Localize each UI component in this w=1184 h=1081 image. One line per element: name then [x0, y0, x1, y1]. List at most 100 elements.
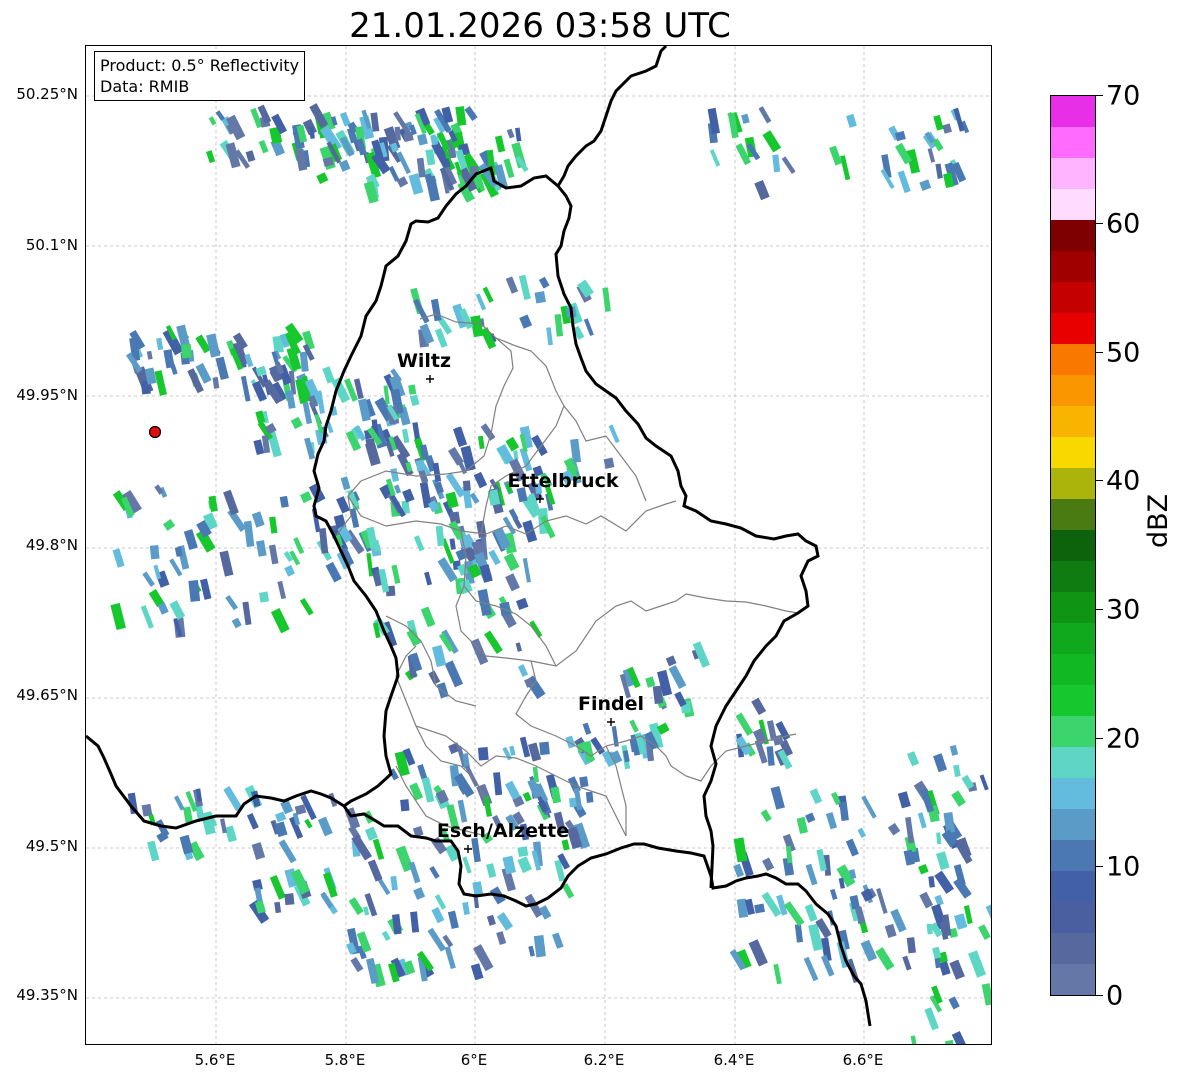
echo-cell	[928, 876, 935, 888]
echo-cell	[766, 746, 775, 766]
lat-tick-label: 49.95°N	[16, 386, 78, 404]
echo-cell	[539, 741, 550, 756]
echo-cell	[761, 891, 782, 918]
echo-cell	[163, 349, 175, 369]
echo-cell	[505, 276, 519, 294]
colorbar-segment	[1051, 592, 1095, 623]
echo-cell	[985, 904, 991, 918]
echo-cell	[951, 1030, 970, 1044]
echo-cell	[169, 558, 183, 577]
echo-cell	[412, 298, 430, 324]
echo-cell	[112, 548, 125, 568]
echo-cell	[796, 816, 809, 834]
echo-cell	[515, 127, 522, 142]
echo-cell	[299, 597, 314, 616]
colorbar-segment	[1051, 375, 1095, 406]
lat-tick-label: 49.65°N	[16, 686, 78, 704]
colorbar-segment	[1051, 499, 1095, 530]
echo-cell	[979, 774, 989, 791]
echo-cell	[223, 489, 239, 516]
echo-cell	[762, 130, 782, 153]
product-info-box: Product: 0.5° Reflectivity Data: RMIB	[94, 51, 306, 101]
echo-cell	[220, 818, 227, 834]
echo-cell	[431, 645, 447, 668]
echo-cell	[949, 744, 959, 756]
echo-cell	[183, 529, 198, 551]
echo-cell	[246, 813, 259, 830]
echo-cell	[938, 960, 951, 976]
colorbar-tick-label: 0	[1106, 980, 1124, 1012]
echo-cell	[153, 564, 162, 580]
echo-cell	[417, 133, 428, 146]
echo-cell	[906, 937, 917, 954]
radar-marker[interactable]	[148, 425, 162, 439]
echo-cell	[215, 110, 225, 121]
echo-cell	[365, 438, 376, 449]
colorbar-segment	[1051, 778, 1095, 809]
echo-cell	[953, 764, 961, 778]
map-frame[interactable]	[85, 45, 992, 1045]
echo-cell	[951, 790, 966, 807]
colorbar-segment	[1051, 468, 1095, 499]
echo-cell	[751, 697, 767, 716]
echo-cell	[803, 956, 819, 982]
colorbar-segment	[1051, 933, 1095, 964]
echo-cell	[424, 571, 433, 586]
lon-tick-label: 6.4°E	[713, 1051, 755, 1069]
echo-cell	[585, 791, 594, 803]
lon-tick-label: 6.6°E	[842, 1051, 884, 1069]
echo-cell	[279, 495, 289, 508]
echo-cell	[140, 605, 154, 629]
echo-cell	[953, 913, 968, 930]
echo-cell	[367, 859, 383, 882]
echo-cell	[325, 561, 342, 583]
echo-cell	[394, 484, 402, 494]
echo-cell	[453, 426, 468, 447]
colorbar-segment	[1051, 685, 1095, 716]
echo-cell	[231, 617, 242, 629]
echo-cell	[968, 950, 987, 978]
echo-cell	[251, 511, 265, 528]
echo-cell	[748, 939, 768, 967]
echo-cell	[608, 424, 620, 444]
reflectivity-echoes	[110, 103, 991, 1044]
echo-cell	[408, 861, 421, 884]
echo-cell	[436, 682, 449, 699]
echo-cell	[179, 834, 194, 855]
echo-cell	[861, 795, 877, 819]
colorbar-tick-mark	[1096, 609, 1103, 610]
echo-cell	[410, 911, 420, 933]
lon-tick-label: 6.2°E	[583, 1051, 625, 1069]
echo-cell	[350, 956, 364, 973]
city-label-esch-alzette: Esch/Alzette	[436, 820, 570, 842]
echo-cell	[142, 571, 155, 587]
colorbar-segment	[1051, 313, 1095, 344]
echo-cell	[430, 298, 442, 322]
radar-map[interactable]	[86, 46, 992, 1045]
echo-cell	[493, 772, 503, 796]
echo-cell	[506, 128, 515, 139]
echo-cell	[546, 327, 553, 346]
echo-cell	[805, 812, 816, 823]
colorbar-segment	[1051, 871, 1095, 902]
colorbar	[1050, 95, 1096, 996]
echo-cell	[269, 874, 286, 900]
echo-cell	[876, 887, 888, 914]
echo-cell	[840, 155, 851, 181]
colorbar-tick-label: 20	[1106, 723, 1141, 755]
echo-cell	[522, 557, 531, 583]
echo-cell	[482, 286, 494, 303]
echo-cell	[897, 791, 911, 809]
echo-cell	[805, 863, 818, 886]
echo-cell	[513, 450, 519, 460]
echo-cell	[212, 377, 220, 389]
echo-cell	[531, 434, 548, 457]
echo-cell	[420, 606, 436, 628]
echo-cell	[534, 291, 546, 304]
echo-cell	[760, 809, 772, 822]
colorbar-tick-mark	[1096, 995, 1103, 996]
echo-cell	[565, 735, 576, 749]
echo-cell	[429, 865, 440, 879]
echo-cell	[910, 1035, 917, 1044]
echo-cell	[516, 597, 529, 611]
